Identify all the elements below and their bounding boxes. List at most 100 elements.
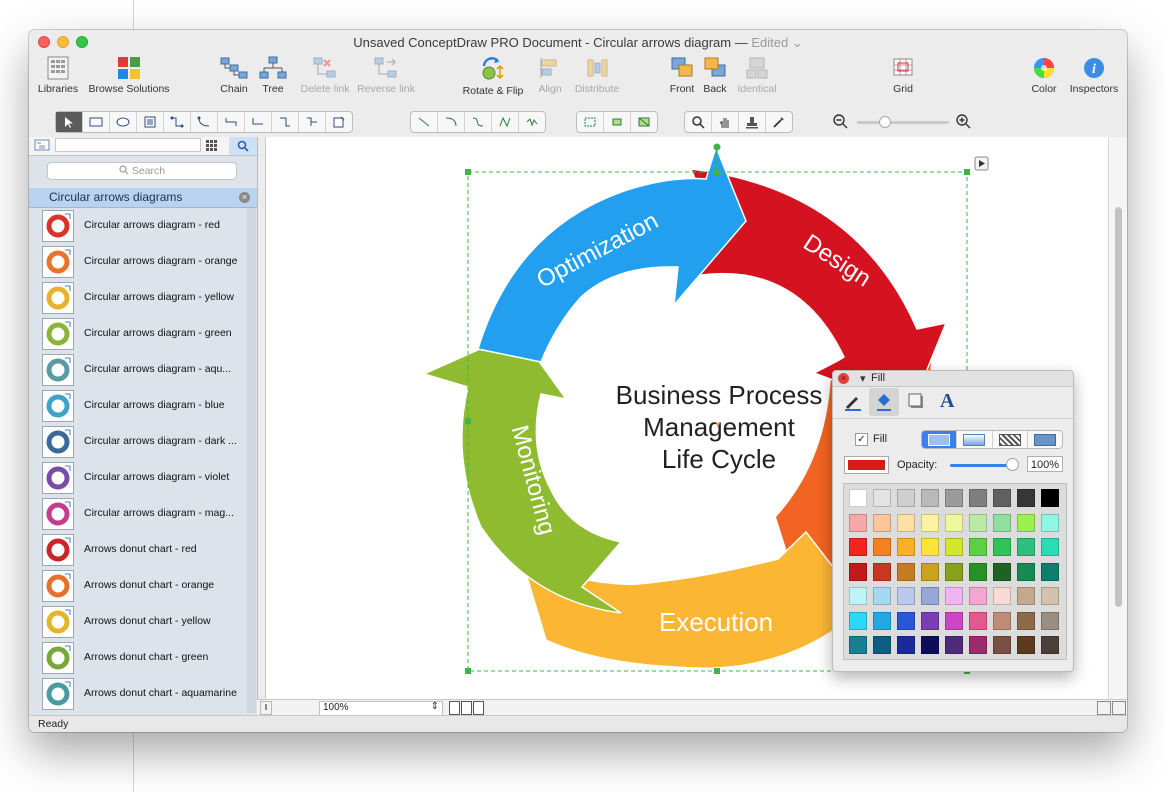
color-swatch[interactable] [945, 538, 963, 556]
format-painter-button[interactable] [577, 112, 604, 132]
color-swatch[interactable] [873, 513, 891, 532]
color-swatch[interactable] [969, 538, 987, 556]
color-swatch[interactable] [1041, 489, 1059, 507]
library-scrollbar[interactable] [247, 208, 256, 713]
color-swatch[interactable] [945, 636, 963, 654]
selection-handle-bm[interactable] [714, 668, 720, 674]
color-swatch[interactable] [993, 636, 1011, 654]
opacity-field[interactable]: 100% [1027, 456, 1063, 472]
color-swatch[interactable] [993, 562, 1011, 581]
opacity-slider-knob[interactable] [1006, 458, 1019, 471]
library-item[interactable]: Arrows donut chart - red [29, 532, 257, 568]
selection-handle-tl[interactable] [465, 169, 471, 175]
page-thumb[interactable] [461, 701, 472, 715]
color-swatch[interactable] [1017, 489, 1035, 507]
align-button[interactable]: Align [532, 56, 568, 106]
text-tool-button[interactable] [137, 112, 164, 132]
pan-tool-button[interactable] [712, 112, 739, 132]
color-swatch[interactable] [921, 587, 939, 605]
color-swatch[interactable] [993, 611, 1011, 630]
color-swatch[interactable] [1017, 538, 1035, 556]
library-item[interactable]: Circular arrows diagram - orange [29, 244, 257, 280]
reverse-link-button[interactable]: Reverse link [355, 56, 417, 106]
color-swatch[interactable] [969, 562, 987, 581]
color-swatch[interactable] [1017, 562, 1035, 581]
connector-tool-button[interactable] [164, 112, 191, 132]
color-swatch[interactable] [873, 587, 891, 605]
color-swatch[interactable] [1041, 587, 1059, 605]
curve-tool-button[interactable] [465, 112, 492, 132]
color-swatch[interactable] [849, 513, 867, 532]
chain-button[interactable]: Chain [215, 56, 253, 106]
color-swatch[interactable] [1017, 513, 1035, 532]
arc-tool-button[interactable] [438, 112, 465, 132]
search-library-button[interactable] [229, 137, 257, 155]
zoom-slider[interactable] [857, 121, 949, 124]
color-swatch[interactable] [993, 489, 1011, 507]
color-swatch[interactable] [897, 562, 915, 581]
color-swatch[interactable] [897, 513, 915, 532]
color-swatch[interactable] [969, 611, 987, 630]
zoom-slider-knob[interactable] [879, 116, 891, 128]
library-item[interactable]: Circular arrows diagram - red [29, 208, 257, 244]
color-swatch[interactable] [993, 538, 1011, 556]
back-button[interactable]: Back [700, 56, 730, 106]
fill-panel-titlebar[interactable]: × ▾ Fill [833, 371, 1073, 387]
library-item[interactable]: Circular arrows diagram - dark ... [29, 424, 257, 460]
fill-checkbox[interactable]: ✓ [855, 433, 868, 446]
color-swatch[interactable] [945, 562, 963, 581]
page-thumbnails[interactable] [449, 701, 487, 715]
color-swatch[interactable] [1041, 611, 1059, 630]
color-swatch[interactable] [849, 538, 867, 556]
color-swatch[interactable] [921, 489, 939, 507]
color-swatch[interactable] [921, 513, 939, 532]
delete-link-button[interactable]: Delete link [297, 56, 353, 106]
fit-width-icon[interactable] [1112, 701, 1126, 715]
color-swatch[interactable] [897, 587, 915, 605]
color-swatch[interactable] [849, 562, 867, 581]
color-swatch[interactable] [969, 636, 987, 654]
color-swatch[interactable] [897, 611, 915, 630]
crop-button[interactable] [604, 112, 631, 132]
color-swatch[interactable] [945, 513, 963, 532]
library-item[interactable]: Arrows donut chart - green [29, 640, 257, 676]
arc-connector-tool-button[interactable] [218, 112, 245, 132]
tab-text[interactable]: A [940, 390, 954, 413]
color-swatch[interactable] [897, 489, 915, 507]
edited-indicator[interactable]: Edited [751, 35, 788, 50]
color-swatch[interactable] [849, 611, 867, 630]
color-swatch[interactable] [969, 587, 987, 605]
pause-icon[interactable]: ‖ [260, 701, 272, 715]
current-color-well[interactable] [844, 456, 889, 474]
library-tree-icon[interactable] [34, 139, 50, 154]
color-swatch[interactable] [1041, 636, 1059, 654]
fill-solid-option[interactable] [922, 431, 957, 448]
fill-pattern-option[interactable] [991, 431, 1027, 448]
color-swatch[interactable] [1017, 636, 1035, 654]
rectangle-tool-button[interactable] [83, 112, 110, 132]
tab-line[interactable] [843, 392, 863, 415]
tab-fill[interactable] [869, 388, 899, 416]
color-swatch[interactable] [969, 489, 987, 507]
round-connector-tool-button[interactable] [245, 112, 272, 132]
page-thumb[interactable] [473, 701, 484, 715]
color-swatch[interactable] [993, 513, 1011, 532]
library-item[interactable]: Circular arrows diagram - blue [29, 388, 257, 424]
grid-view-icon[interactable] [205, 139, 217, 154]
front-button[interactable]: Front [666, 56, 698, 106]
library-item[interactable]: Circular arrows diagram - mag... [29, 496, 257, 532]
tree-connector-tool-button[interactable] [299, 112, 326, 132]
chain-connector-tool-button[interactable] [272, 112, 299, 132]
line-tool-button[interactable] [411, 112, 438, 132]
vertical-scroll-thumb[interactable] [1115, 207, 1122, 607]
tree-button[interactable]: Tree [256, 56, 290, 106]
selection-handle-ml[interactable] [465, 418, 471, 424]
library-section-header[interactable]: Circular arrows diagrams × [29, 188, 257, 208]
color-swatch[interactable] [945, 587, 963, 605]
color-swatch[interactable] [921, 562, 939, 581]
color-swatch[interactable] [993, 587, 1011, 605]
selection-handle-bl[interactable] [465, 668, 471, 674]
rotation-handle[interactable] [713, 143, 721, 151]
page-thumb[interactable] [449, 701, 460, 715]
grid-button[interactable]: Grid [886, 56, 920, 106]
